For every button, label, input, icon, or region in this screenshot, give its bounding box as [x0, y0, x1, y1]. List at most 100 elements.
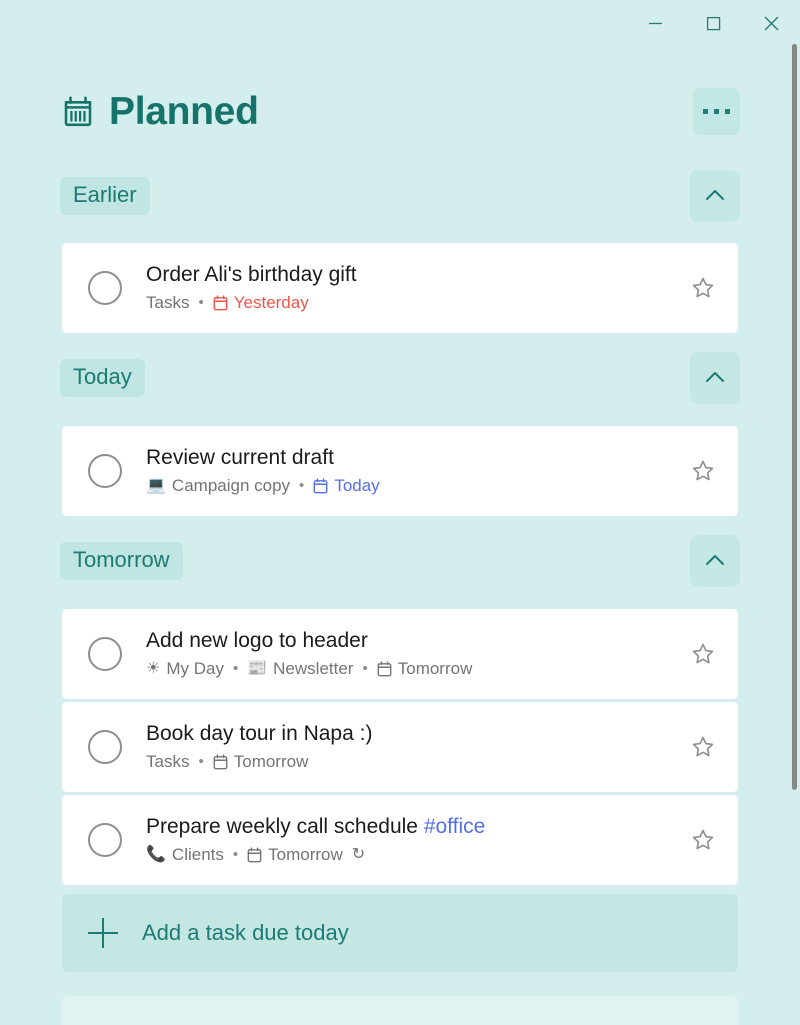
- section-label-tomorrow: Tomorrow: [60, 542, 183, 580]
- metadata-separator: •: [198, 752, 204, 770]
- metadata-separator: •: [232, 845, 239, 863]
- task-star-button[interactable]: [690, 458, 716, 484]
- task-checkbox[interactable]: [88, 823, 122, 857]
- task-list-name: Tasks: [146, 292, 190, 312]
- task-list-name: 📞 Clients: [146, 845, 224, 865]
- star-icon: [692, 829, 714, 850]
- star-icon: [692, 643, 714, 664]
- chevron-up-icon: [706, 190, 724, 200]
- task-star-button[interactable]: [690, 641, 716, 667]
- ellipsis-dot: [725, 108, 730, 114]
- add-task-label: Add a task due today: [142, 920, 349, 945]
- collapse-button-today[interactable]: [690, 352, 740, 404]
- task-row[interactable]: Review current draft 💻 Campaign copy • T…: [62, 426, 738, 516]
- chevron-up-icon: [706, 555, 724, 565]
- plus-icon: [88, 918, 118, 948]
- task-my-day-label: My Day: [166, 658, 224, 678]
- task-metadata: Tasks • Tomorrow: [146, 752, 676, 772]
- minimize-button[interactable]: [626, 0, 684, 46]
- metadata-separator: •: [299, 476, 305, 494]
- star-icon: [692, 736, 714, 757]
- collapse-button-tomorrow[interactable]: [690, 535, 740, 587]
- collapse-button-earlier[interactable]: [690, 170, 740, 222]
- task-checkbox[interactable]: [88, 730, 122, 764]
- task-content: Book day tour in Napa :) Tasks • Tomorro…: [146, 722, 676, 772]
- metadata-separator: •: [198, 293, 204, 311]
- task-row[interactable]: Order Ali's birthday gift Tasks • Yester…: [62, 243, 738, 333]
- calendar-icon: [313, 478, 328, 494]
- next-row-partial: [62, 996, 738, 1025]
- task-checkbox[interactable]: [88, 637, 122, 671]
- close-icon: [764, 16, 778, 30]
- task-row[interactable]: Book day tour in Napa :) Tasks • Tomorro…: [62, 702, 738, 792]
- task-title: Review current draft: [146, 445, 334, 469]
- chevron-up-icon: [706, 372, 724, 382]
- add-task-row[interactable]: Add a task due today: [62, 894, 738, 972]
- task-title: Order Ali's birthday gift: [146, 262, 357, 286]
- task-content: Review current draft 💻 Campaign copy • T…: [146, 446, 676, 496]
- page-title: Planned: [60, 92, 259, 131]
- metadata-separator: •: [232, 659, 239, 677]
- more-options-button[interactable]: [693, 87, 740, 135]
- ellipsis-dot: [714, 108, 719, 114]
- task-title-text: Prepare weekly call schedule: [146, 814, 424, 838]
- task-list-name: 📰 Newsletter: [247, 659, 353, 679]
- page-header: Planned: [60, 80, 740, 142]
- task-due-date: Tomorrow: [213, 751, 309, 772]
- task-due-label: Tomorrow: [397, 658, 473, 678]
- calendar-icon: [247, 847, 262, 863]
- task-due-label: Tomorrow: [233, 751, 309, 771]
- task-list-label: Newsletter: [273, 658, 354, 678]
- task-due-label: Today: [334, 475, 380, 495]
- task-due-date: Tomorrow: [377, 658, 473, 679]
- task-row[interactable]: Prepare weekly call schedule #office 📞 C…: [62, 795, 738, 885]
- task-checkbox[interactable]: [88, 454, 122, 488]
- section-label-earlier: Earlier: [60, 177, 150, 215]
- ellipsis-dot: [703, 108, 708, 114]
- task-due-label: Tomorrow: [268, 844, 343, 864]
- section-header-earlier: Earlier: [60, 168, 740, 224]
- star-icon: [692, 277, 714, 298]
- newspaper-icon: 📰: [247, 659, 268, 677]
- scrollbar-track[interactable]: [790, 0, 800, 1025]
- task-list-label: Campaign copy: [171, 475, 291, 495]
- section-label-today: Today: [60, 359, 145, 397]
- task-content: Add new logo to header ☀ My Day • 📰 News…: [146, 629, 676, 679]
- telephone-icon: 📞: [146, 845, 166, 863]
- task-metadata: Tasks • Yesterday: [146, 293, 676, 313]
- task-title: Book day tour in Napa :): [146, 721, 373, 745]
- minimize-icon: [648, 22, 662, 24]
- task-star-button[interactable]: [690, 275, 716, 301]
- task-content: Prepare weekly call schedule #office 📞 C…: [146, 815, 676, 865]
- task-due-date: Tomorrow: [247, 845, 343, 865]
- task-star-button[interactable]: [690, 827, 716, 853]
- calendar-icon: [213, 295, 228, 311]
- page-title-label: Planned: [109, 89, 259, 133]
- task-my-day: ☀ My Day: [146, 659, 224, 679]
- task-list-label: Clients: [171, 844, 224, 864]
- laptop-icon: 💻: [146, 476, 166, 494]
- task-metadata: 💻 Campaign copy • Today: [146, 476, 676, 496]
- task-metadata: 📞 Clients • Tomorrow ↻: [146, 845, 676, 865]
- task-due-date: Yesterday: [213, 293, 309, 313]
- calendar-icon: [377, 661, 392, 677]
- task-title: Add new logo to header: [146, 628, 368, 652]
- task-metadata: ☀ My Day • 📰 Newsletter • Tomorrow: [146, 659, 676, 679]
- maximize-icon: [706, 16, 720, 30]
- section-header-tomorrow: Tomorrow: [60, 533, 740, 589]
- repeat-icon: ↻: [351, 846, 366, 864]
- scrollbar-thumb[interactable]: [792, 44, 797, 790]
- sun-icon: ☀: [146, 659, 161, 677]
- task-title: Prepare weekly call schedule #office: [146, 815, 676, 840]
- task-checkbox[interactable]: [88, 271, 122, 305]
- task-due-date: Today: [313, 475, 380, 496]
- task-row[interactable]: Add new logo to header ☀ My Day • 📰 News…: [62, 609, 738, 699]
- task-hashtag[interactable]: #office: [424, 815, 486, 838]
- section-header-today: Today: [60, 350, 740, 406]
- task-content: Order Ali's birthday gift Tasks • Yester…: [146, 263, 676, 313]
- task-star-button[interactable]: [690, 734, 716, 760]
- metadata-separator: •: [362, 659, 368, 677]
- maximize-button[interactable]: [684, 0, 742, 46]
- task-due-label: Yesterday: [233, 292, 309, 312]
- star-icon: [692, 460, 714, 481]
